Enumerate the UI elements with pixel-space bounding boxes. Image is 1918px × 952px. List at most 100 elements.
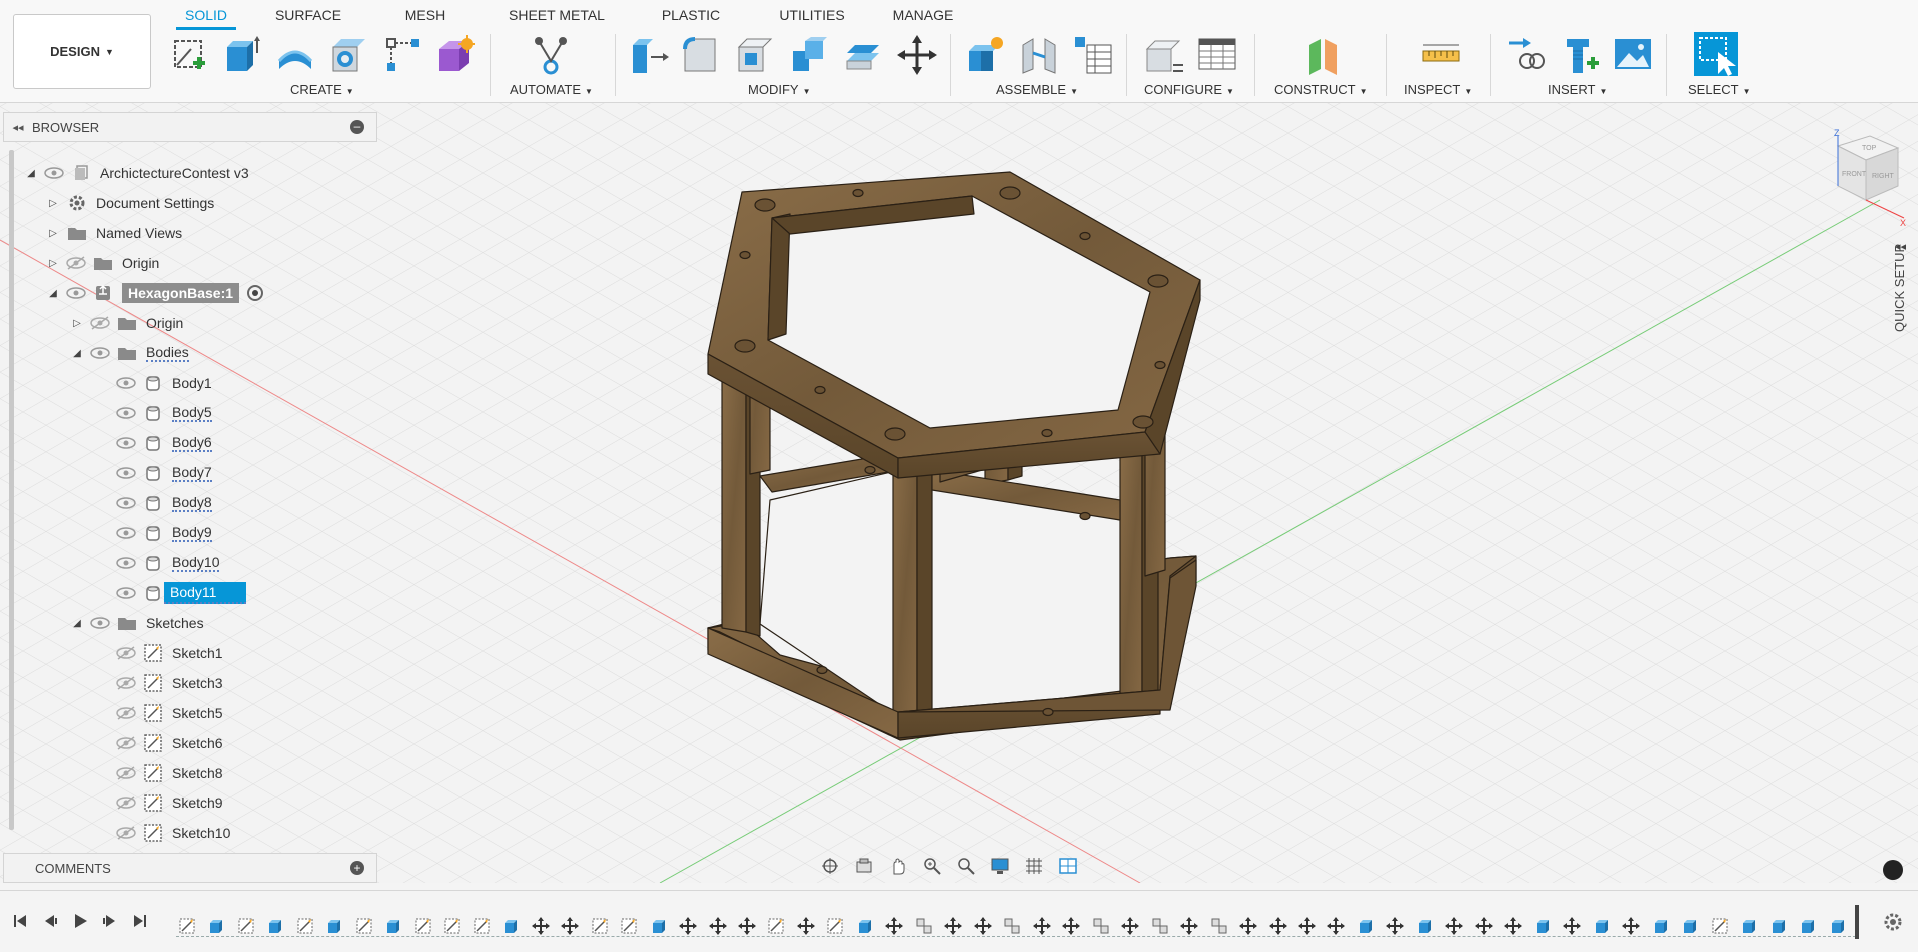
collapsed-arrow-icon[interactable]: ▷ [70, 318, 84, 329]
timeline-move-feature[interactable] [677, 915, 699, 937]
go-to-start-icon[interactable] [10, 911, 30, 931]
measure-icon[interactable] [1420, 33, 1462, 77]
timeline-move-feature[interactable] [1296, 915, 1318, 937]
timeline-move-feature[interactable] [1561, 915, 1583, 937]
plane-icon[interactable] [1304, 33, 1346, 77]
timeline-sketch-feature[interactable] [294, 915, 316, 937]
view-cube[interactable]: TOP FRONT RIGHT Z X [1808, 128, 1908, 228]
feedback-icon[interactable] [1883, 860, 1903, 880]
timeline-extrude-feature[interactable] [500, 915, 522, 937]
timeline-sketch-feature[interactable] [1709, 915, 1731, 937]
visibility-hidden-icon[interactable] [116, 676, 136, 690]
timeline-sketch-feature[interactable] [412, 915, 434, 937]
timeline-sketch-feature[interactable] [589, 915, 611, 937]
collapsed-arrow-icon[interactable]: ▷ [46, 258, 60, 269]
timeline-move-feature[interactable] [1620, 915, 1642, 937]
timeline-extrude-feature[interactable] [1532, 915, 1554, 937]
timeline-move-feature[interactable] [1325, 915, 1347, 937]
zoom-icon[interactable] [951, 854, 981, 878]
timeline-move-feature[interactable] [1473, 915, 1495, 937]
workspace-switcher[interactable]: DESIGN ▼ [13, 14, 151, 89]
gear-icon[interactable] [1882, 911, 1904, 933]
browser-item[interactable]: ▷ Named Views [46, 221, 182, 245]
timeline-extrude-feature[interactable] [1355, 915, 1377, 937]
combine-icon[interactable] [788, 33, 830, 77]
browser-item[interactable]: Body9 [96, 521, 212, 545]
timeline-move-feature[interactable] [559, 915, 581, 937]
collapsed-arrow-icon[interactable]: ▷ [46, 228, 60, 239]
orbit-icon[interactable] [815, 854, 845, 878]
extrude-icon[interactable] [220, 33, 262, 77]
visibility-eye-icon[interactable] [116, 526, 136, 540]
browser-item[interactable]: Body1 [96, 371, 212, 395]
browser-item[interactable]: Body7 [96, 461, 212, 485]
new-component-icon[interactable] [964, 33, 1006, 77]
insert-derive-icon[interactable] [1506, 33, 1548, 77]
press-pull-icon[interactable] [628, 33, 670, 77]
browser-item[interactable]: ◢ HexagonBase:1 [46, 281, 264, 305]
visibility-eye-icon[interactable] [44, 166, 64, 180]
joint-icon[interactable] [1018, 33, 1060, 77]
timeline-move-feature[interactable] [1060, 915, 1082, 937]
timeline-move-feature[interactable] [942, 915, 964, 937]
zoom-window-icon[interactable] [917, 854, 947, 878]
timeline-sketch-feature[interactable] [765, 915, 787, 937]
insert-mcmaster-icon[interactable] [1560, 33, 1602, 77]
timeline-extrude-feature[interactable] [1768, 915, 1790, 937]
browser-item[interactable]: Body6 [96, 431, 212, 455]
visibility-hidden-icon[interactable] [116, 796, 136, 810]
timeline-move-feature[interactable] [1443, 915, 1465, 937]
timeline-move-feature[interactable] [1031, 915, 1053, 937]
construct-menu[interactable]: CONSTRUCT ▼ [1274, 82, 1368, 97]
pattern-icon[interactable] [382, 33, 424, 77]
select-menu[interactable]: SELECT ▼ [1688, 82, 1751, 97]
insert-image-icon[interactable] [1612, 33, 1654, 77]
timeline-joint-feature[interactable] [913, 915, 935, 937]
comments-panel[interactable]: COMMENTS + [3, 853, 377, 883]
visibility-eye-icon[interactable] [116, 376, 136, 390]
visibility-hidden-icon[interactable] [116, 646, 136, 660]
collapse-panel-icon[interactable]: ◂◂ [4, 121, 32, 134]
timeline-move-feature[interactable] [972, 915, 994, 937]
activate-component-radio[interactable] [247, 285, 264, 301]
look-at-icon[interactable] [849, 854, 879, 878]
browser-item[interactable]: Sketch10 [96, 821, 230, 845]
timeline-extrude-feature[interactable] [1738, 915, 1760, 937]
browser-item[interactable]: Sketch6 [96, 731, 223, 755]
timeline-move-feature[interactable] [1119, 915, 1141, 937]
visibility-eye-icon[interactable] [66, 286, 86, 300]
timeline-extrude-feature[interactable] [205, 915, 227, 937]
browser-item[interactable]: Body11 [96, 581, 247, 605]
visibility-hidden-icon[interactable] [116, 706, 136, 720]
visibility-eye-icon[interactable] [116, 466, 136, 480]
inspect-menu[interactable]: INSPECT ▼ [1404, 82, 1472, 97]
timeline-move-feature[interactable] [1267, 915, 1289, 937]
viewports-icon[interactable] [1053, 854, 1083, 878]
timeline-move-feature[interactable] [1237, 915, 1259, 937]
visibility-hidden-icon[interactable] [116, 766, 136, 780]
timeline-extrude-feature[interactable] [1827, 915, 1849, 937]
go-to-end-icon[interactable] [130, 911, 150, 931]
add-comment-button[interactable]: + [350, 861, 364, 875]
new-sketch-icon[interactable] [168, 33, 210, 77]
create-menu[interactable]: CREATE ▼ [290, 82, 354, 97]
timeline-extrude-feature[interactable] [1591, 915, 1613, 937]
move-icon[interactable] [896, 33, 938, 77]
browser-item[interactable]: Sketch5 [96, 701, 223, 725]
expanded-arrow-icon[interactable]: ◢ [70, 618, 84, 629]
config-table-icon[interactable] [1196, 33, 1238, 77]
visibility-eye-icon[interactable] [116, 586, 136, 600]
timeline-sketch-feature[interactable] [441, 915, 463, 937]
browser-item[interactable]: Sketch3 [96, 671, 223, 695]
timeline-sketch-feature[interactable] [176, 915, 198, 937]
timeline-extrude-feature[interactable] [1650, 915, 1672, 937]
collapsed-arrow-icon[interactable]: ▷ [46, 198, 60, 209]
configure-icon[interactable] [1142, 33, 1184, 77]
tab-manage[interactable]: MANAGE [888, 0, 958, 30]
automate-menu[interactable]: AUTOMATE ▼ [510, 82, 593, 97]
browser-item[interactable]: Sketch8 [96, 761, 223, 785]
play-icon[interactable] [70, 911, 90, 931]
visibility-hidden-icon[interactable] [90, 316, 110, 330]
visibility-eye-icon[interactable] [116, 406, 136, 420]
visibility-hidden-icon[interactable] [116, 826, 136, 840]
